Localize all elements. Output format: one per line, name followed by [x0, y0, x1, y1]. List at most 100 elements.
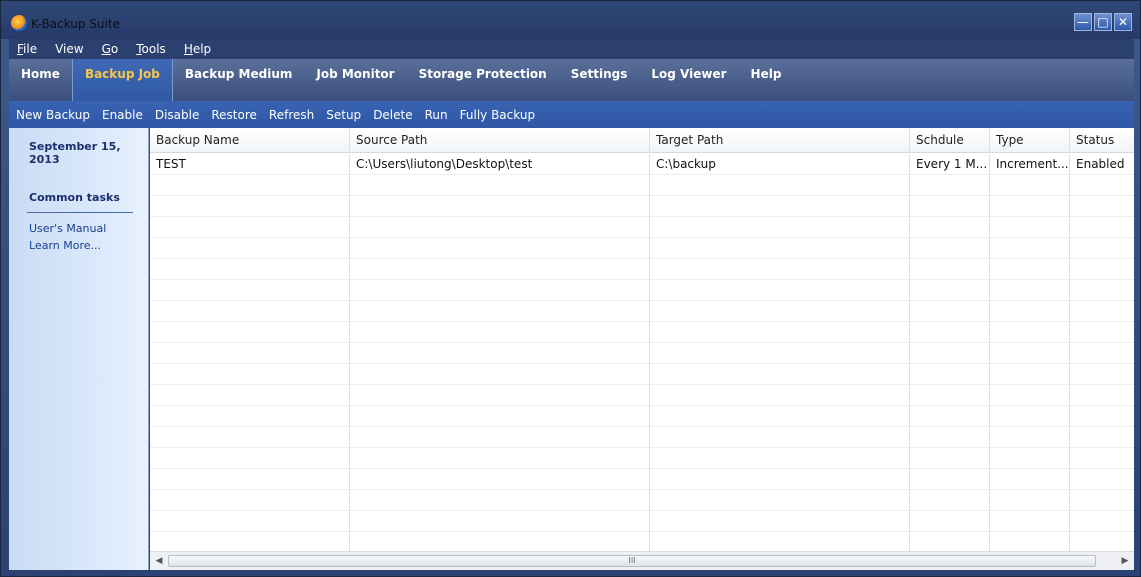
table-cell [1070, 469, 1134, 490]
table-cell [990, 490, 1070, 511]
table-row[interactable] [150, 280, 1134, 301]
table-cell [1070, 280, 1134, 301]
column-header-schedule[interactable]: Schdule [910, 128, 990, 153]
table-cell [150, 175, 350, 196]
column-header-target-path[interactable]: Target Path [650, 128, 910, 153]
table-row[interactable] [150, 322, 1134, 343]
table-row[interactable] [150, 175, 1134, 196]
tab-backup-job[interactable]: Backup Job [71, 59, 173, 101]
table-row[interactable] [150, 532, 1134, 553]
table-cell [910, 196, 990, 217]
table-cell [1070, 175, 1134, 196]
table-row[interactable] [150, 406, 1134, 427]
table-row[interactable]: TEST C:\Users\liutong\Desktop\test C:\back… [150, 154, 1134, 175]
learn-more-link[interactable]: Learn More... [29, 239, 101, 252]
table-cell [910, 322, 990, 343]
table-cell [350, 217, 650, 238]
table-cell [350, 322, 650, 343]
table-cell [650, 322, 910, 343]
tab-log-viewer[interactable]: Log Viewer [639, 59, 738, 101]
table-cell [150, 427, 350, 448]
table-cell [990, 343, 1070, 364]
table-cell [910, 406, 990, 427]
scroll-right-icon[interactable]: ▶ [1118, 554, 1132, 568]
tab-job-monitor[interactable]: Job Monitor [304, 59, 406, 101]
table-row[interactable] [150, 490, 1134, 511]
column-header-backup-name[interactable]: Backup Name [150, 128, 350, 153]
table-cell [990, 217, 1070, 238]
table-cell [990, 175, 1070, 196]
restore-button[interactable]: Restore [211, 108, 257, 122]
menu-file[interactable]: File [17, 42, 37, 56]
enable-button[interactable]: Enable [102, 108, 143, 122]
table-row[interactable] [150, 343, 1134, 364]
table-cell [990, 469, 1070, 490]
close-icon[interactable]: ✕ [1114, 13, 1132, 31]
app-window: K-Backup Suite — □ ✕ File View Go Tools Help… [0, 0, 1141, 577]
tab-settings[interactable]: Settings [559, 59, 640, 101]
table-cell [910, 490, 990, 511]
table-row[interactable] [150, 301, 1134, 322]
tab-help[interactable]: Help [739, 59, 794, 101]
table-row[interactable] [150, 427, 1134, 448]
sidebar-divider [27, 212, 133, 213]
table-row[interactable] [150, 238, 1134, 259]
table-cell [150, 364, 350, 385]
setup-button[interactable]: Setup [326, 108, 361, 122]
table-cell [910, 238, 990, 259]
table-cell [1070, 259, 1134, 280]
table-cell [990, 532, 1070, 553]
table-cell [350, 427, 650, 448]
title-bar[interactable]: K-Backup Suite — □ ✕ [1, 1, 1140, 39]
tab-backup-medium[interactable]: Backup Medium [173, 59, 304, 101]
table-row[interactable] [150, 364, 1134, 385]
table-cell [910, 532, 990, 553]
table-row[interactable] [150, 448, 1134, 469]
table-row[interactable] [150, 259, 1134, 280]
table-cell [650, 490, 910, 511]
tab-storage-protection[interactable]: Storage Protection [407, 59, 559, 101]
table-cell [650, 301, 910, 322]
refresh-button[interactable]: Refresh [269, 108, 314, 122]
fully-backup-button[interactable]: Fully Backup [460, 108, 535, 122]
maximize-icon[interactable]: □ [1094, 13, 1112, 31]
table-cell [1070, 511, 1134, 532]
table-cell [990, 448, 1070, 469]
table-cell [910, 259, 990, 280]
scroll-thumb[interactable]: III [168, 555, 1096, 567]
column-header-status[interactable]: Status [1070, 128, 1134, 153]
table-cell [150, 196, 350, 217]
table-row[interactable] [150, 196, 1134, 217]
horizontal-scrollbar[interactable]: ◀ III ▶ [150, 551, 1134, 570]
menu-tools[interactable]: Tools [136, 42, 166, 56]
minimize-icon[interactable]: — [1074, 13, 1092, 31]
table-cell: C:\Users\liutong\Desktop\test [350, 154, 650, 175]
scroll-left-icon[interactable]: ◀ [152, 554, 166, 568]
table-cell [350, 280, 650, 301]
menu-view[interactable]: View [55, 42, 83, 56]
table-cell [150, 280, 350, 301]
table-row[interactable] [150, 385, 1134, 406]
table-cell [990, 196, 1070, 217]
column-header-type[interactable]: Type [990, 128, 1070, 153]
table-cell [1070, 217, 1134, 238]
column-header-source-path[interactable]: Source Path [350, 128, 650, 153]
users-manual-link[interactable]: User's Manual [29, 222, 106, 235]
table-cell [650, 217, 910, 238]
run-button[interactable]: Run [425, 108, 448, 122]
delete-button[interactable]: Delete [373, 108, 412, 122]
table-row[interactable] [150, 511, 1134, 532]
tab-home[interactable]: Home [9, 59, 72, 101]
table-cell [910, 301, 990, 322]
menu-help[interactable]: Help [184, 42, 211, 56]
new-backup-button[interactable]: New Backup [16, 108, 90, 122]
table-cell [1070, 532, 1134, 553]
table-cell [1070, 196, 1134, 217]
table-row[interactable] [150, 217, 1134, 238]
disable-button[interactable]: Disable [155, 108, 200, 122]
table-row[interactable] [150, 469, 1134, 490]
table-cell [650, 427, 910, 448]
table-cell [1070, 427, 1134, 448]
table-cell [910, 364, 990, 385]
menu-go[interactable]: Go [102, 42, 119, 56]
